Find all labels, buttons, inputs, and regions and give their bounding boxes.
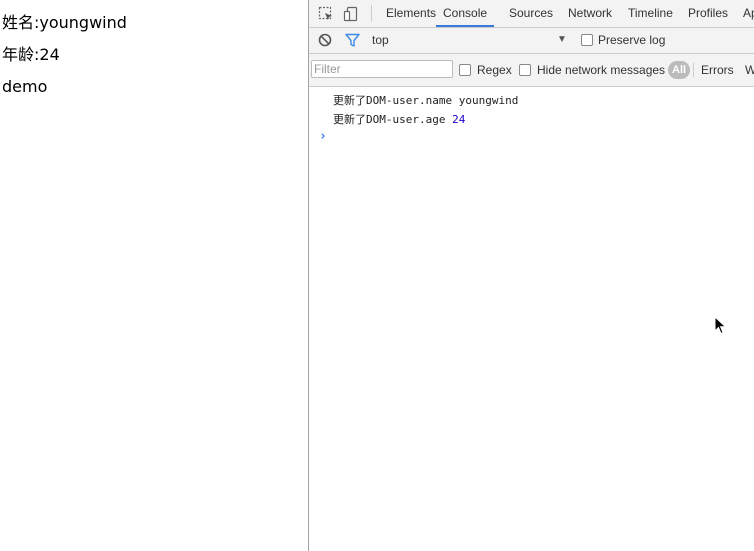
demo-line: demo xyxy=(2,77,48,96)
level-errors-button[interactable]: Errors xyxy=(701,63,734,77)
age-line: 年龄:24 xyxy=(2,45,60,64)
device-mode-icon[interactable] xyxy=(343,6,359,22)
devtools-panel: Elements Console Sources Network Timelin… xyxy=(309,0,754,551)
console-prompt-icon[interactable]: › xyxy=(319,129,327,144)
clear-console-icon[interactable] xyxy=(318,33,334,49)
console-output: 更新了DOM-user.name youngwind 更新了DOM-user.a… xyxy=(309,87,754,551)
context-selector[interactable]: top xyxy=(372,33,389,47)
devtools-tabbar: Elements Console Sources Network Timelin… xyxy=(309,0,754,28)
tab-network[interactable]: Network xyxy=(568,0,612,27)
preserve-log-checkbox[interactable] xyxy=(581,34,593,46)
regex-label: Regex xyxy=(477,63,512,77)
page-content: 姓名:youngwind 年龄:24 demo xyxy=(0,0,308,551)
name-line: 姓名:youngwind xyxy=(2,13,127,32)
hide-network-checkbox[interactable] xyxy=(519,64,531,76)
filter-icon[interactable] xyxy=(345,33,361,49)
console-message: 更新了DOM-user.age 24 xyxy=(333,111,465,127)
tab-more[interactable]: Ap xyxy=(743,0,754,27)
regex-checkbox[interactable] xyxy=(459,64,471,76)
mouse-cursor-icon xyxy=(714,316,727,335)
level-all-button[interactable]: All xyxy=(668,61,691,79)
console-message-text: 更新了DOM-user.name youngwind xyxy=(333,94,519,107)
console-message-text: 更新了DOM-user.age xyxy=(333,113,453,126)
inspect-element-icon[interactable] xyxy=(318,6,334,22)
tab-elements[interactable]: Elements xyxy=(386,0,436,27)
tab-console[interactable]: Console xyxy=(436,0,495,27)
console-message-value: 24 xyxy=(452,113,466,126)
filter-separator xyxy=(693,63,694,77)
console-message: 更新了DOM-user.name youngwind xyxy=(333,92,518,108)
tabbar-separator xyxy=(371,5,372,22)
preserve-log-label: Preserve log xyxy=(598,33,666,47)
console-toolbar: top ▼ Preserve log xyxy=(309,28,754,54)
hide-network-label: Hide network messages xyxy=(537,63,666,77)
tab-sources[interactable]: Sources xyxy=(509,0,553,27)
tab-profiles[interactable]: Profiles xyxy=(688,0,728,27)
filter-input[interactable] xyxy=(311,60,453,78)
filter-bar: Regex Hide network messages All Errors W xyxy=(309,54,754,87)
chevron-down-icon[interactable]: ▼ xyxy=(557,34,567,45)
level-warnings-button[interactable]: W xyxy=(745,63,754,77)
tab-timeline[interactable]: Timeline xyxy=(628,0,673,27)
